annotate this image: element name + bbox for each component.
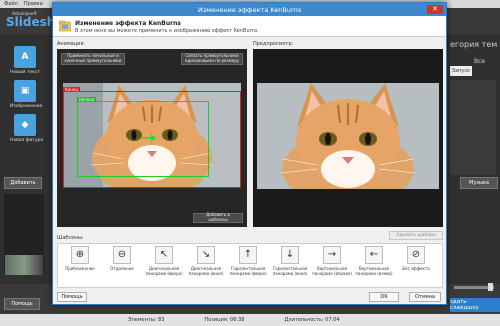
status-duration: Длительность: 07:04 [284, 317, 340, 323]
tool-label: Изображение [10, 104, 43, 109]
cancel-button[interactable]: Отмена [409, 292, 441, 302]
template-horizontal-down[interactable]: ↓ Горизонтальная панорама (вниз) [270, 246, 310, 276]
template-vertical-right[interactable]: → Вертикальная панорама (вправо) [312, 246, 352, 276]
templates-label: Шаблоны: [57, 235, 84, 241]
template-label: Вертикальная панорама (влево) [355, 266, 393, 276]
dialog-title: Изменение эффекта KenBurns [197, 5, 302, 14]
template-label: Вертикальная панорама (вправо) [312, 266, 352, 276]
no-effect-icon: ⊘ [407, 246, 425, 264]
slide-thumbnail[interactable] [5, 255, 43, 275]
dialog-header: Изменение эффекта KenBurns В этом окне в… [53, 16, 446, 37]
pan-up-icon: ↑ [239, 246, 257, 264]
remove-template-button[interactable]: Удалить шаблон [389, 231, 443, 240]
category-heading: егория тем [450, 40, 498, 49]
template-no-effect[interactable]: ⊘ Без эффекта [396, 246, 436, 271]
header-subtitle: В этом окне вы можете применить к изобра… [75, 28, 259, 34]
zoom-out-icon: ⊖ [113, 246, 131, 264]
animation-editor[interactable]: Применить начальные и конечные прямоугол… [57, 49, 247, 227]
preview-panel [253, 49, 443, 227]
template-zoom-out[interactable]: ⊖ Отдаление [102, 246, 142, 271]
scale-rectangles-button[interactable]: Связать прямоугольники одинаковыми по ра… [181, 53, 243, 65]
template-label: Горизонтальная панорама (вниз) [272, 266, 308, 276]
apply-start-end-button[interactable]: Применить начальные и конечные прямоугол… [61, 53, 125, 65]
app-logo: Ashampoo® Slidesho [4, 10, 64, 29]
templates-list: ⊕ Приближение ⊖ Отдаление ↖ Диагональная… [57, 243, 443, 288]
create-slideshow-button[interactable]: здать слайдшоу [450, 298, 500, 312]
close-icon: ✕ [432, 5, 438, 13]
template-horizontal-up[interactable]: ↑ Горизонтальная панорама (вверх) [228, 246, 268, 276]
menu-edit[interactable]: Правка [24, 1, 43, 7]
category-filter[interactable]: Все [474, 58, 485, 65]
pan-down-icon: ↓ [281, 246, 299, 264]
preview-image [257, 83, 439, 189]
search-button[interactable]: Запуск [450, 66, 472, 76]
template-label: Горизонтальная панорама (вверх) [229, 266, 267, 276]
status-elements: Элементы: 83 [128, 317, 165, 323]
folder-image-icon [59, 20, 71, 32]
template-label: Без эффекта [402, 266, 430, 271]
status-bar: Элементы: 83 Позиция: 06:38 Длительность… [0, 314, 500, 326]
app-help-button[interactable]: Помощь [4, 298, 40, 310]
theme-list [450, 80, 496, 175]
diagonal-pan-down-right-icon: ↘ [197, 246, 215, 264]
dialog-titlebar[interactable]: Изменение эффекта KenBurns ✕ [53, 3, 446, 16]
kenburns-dialog: Изменение эффекта KenBurns ✕ Изменение э… [52, 2, 447, 305]
template-label: Отдаление [110, 266, 134, 271]
diagonal-pan-up-left-icon: ↖ [155, 246, 173, 264]
template-label: Приближение [65, 266, 95, 271]
tool-image[interactable]: ▣ Изображение [10, 80, 43, 109]
animation-label: Анимация: [57, 41, 86, 47]
header-title: Изменение эффекта KenBurns [75, 20, 181, 27]
ok-button[interactable]: OK [369, 292, 399, 302]
template-vertical-left[interactable]: ← Вертикальная панорама (влево) [354, 246, 394, 276]
add-to-templates-button[interactable]: Добавить в шаблоны [193, 213, 243, 223]
help-button[interactable]: Помощь [57, 292, 87, 302]
template-zoom-in[interactable]: ⊕ Приближение [60, 246, 100, 271]
status-position: Позиция: 06:38 [204, 317, 245, 323]
preview-label: Предпросмотр: [253, 41, 294, 47]
image-tool-icon: ▣ [14, 80, 36, 102]
template-label: Диагональная панорама (вниз) [188, 266, 224, 276]
end-tag: Конец [63, 87, 81, 92]
tool-label: Новый текст [10, 70, 40, 75]
start-tag: Начало [77, 97, 97, 102]
tool-new-shape[interactable]: ◆ Новая фигура [10, 114, 44, 143]
menu-file[interactable]: Файл [4, 1, 18, 7]
zoom-in-icon: ⊕ [71, 246, 89, 264]
add-button[interactable]: Добавить [4, 177, 42, 189]
template-label: Диагональная панорама (вверх) [145, 266, 183, 276]
music-button[interactable]: Музыка [460, 177, 498, 189]
tool-label: Новая фигура [10, 138, 44, 143]
template-diagonal-up[interactable]: ↖ Диагональная панорама (вверх) [144, 246, 184, 276]
tool-new-text[interactable]: A Новый текст [10, 46, 40, 75]
template-diagonal-down[interactable]: ↘ Диагональная панорама (вниз) [186, 246, 226, 276]
pan-left-icon: ← [365, 246, 383, 264]
close-button[interactable]: ✕ [427, 5, 443, 14]
zoom-slider-knob[interactable] [488, 283, 493, 291]
shape-tool-icon: ◆ [14, 114, 36, 136]
motion-arrow-icon [142, 134, 156, 142]
text-tool-icon: A [14, 46, 36, 68]
pan-right-icon: → [323, 246, 341, 264]
